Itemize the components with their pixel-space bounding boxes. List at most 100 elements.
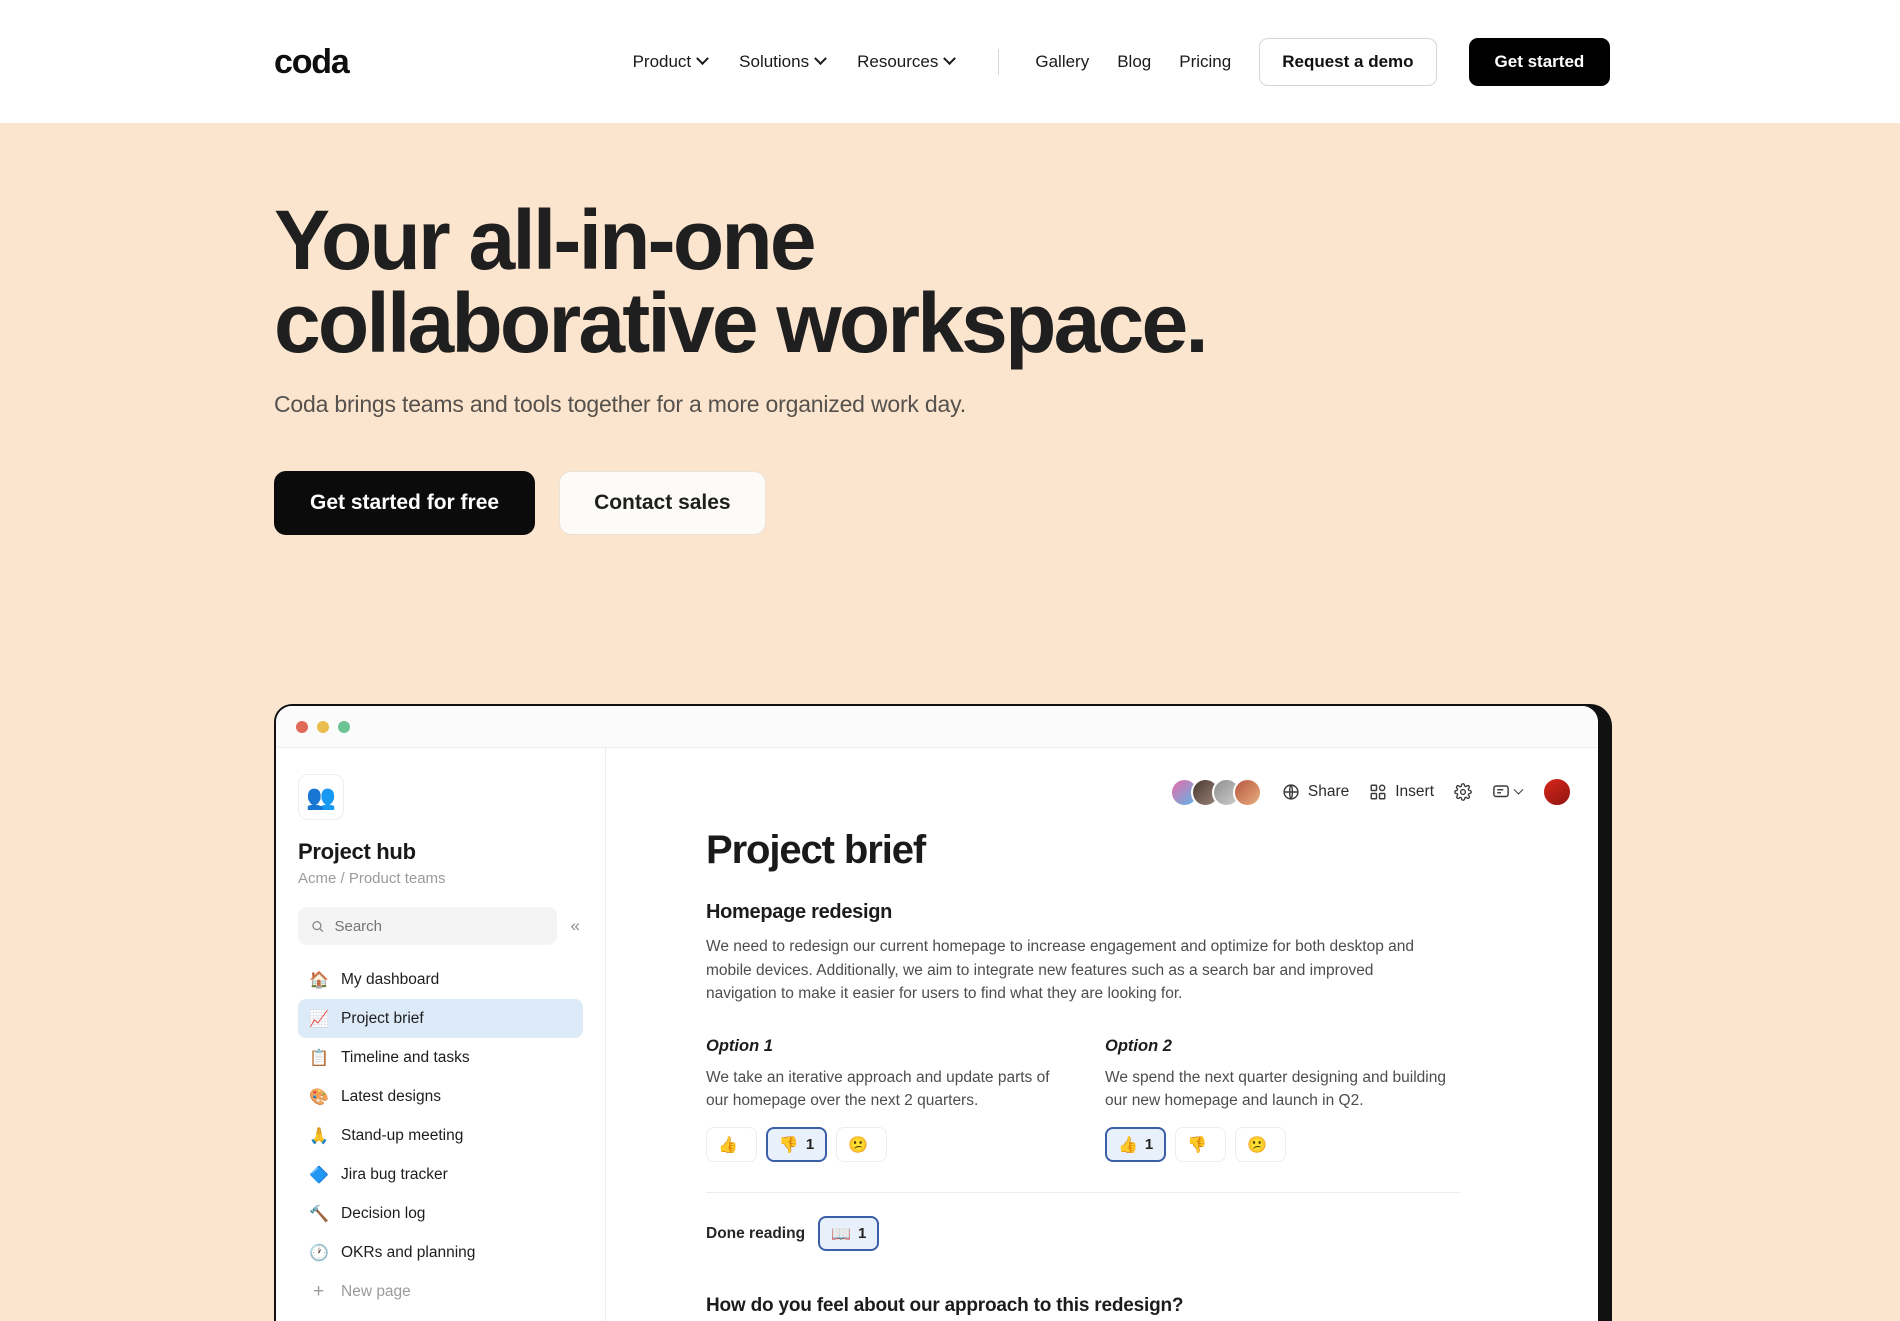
option-1-reactions: 👍 👎 1 😕 <box>706 1127 1061 1163</box>
chart-icon: 📈 <box>309 1010 329 1028</box>
app-body: 👥 Project hub Acme / Product teams « 🏠 <box>276 748 1598 1321</box>
nav-item-product[interactable]: Product <box>632 51 710 72</box>
option-2-column: Option 2 We spend the next quarter desig… <box>1105 1037 1460 1163</box>
sidebar-item-decision-log[interactable]: 🔨 Decision log <box>298 1194 583 1233</box>
avatar[interactable] <box>1232 777 1262 807</box>
reaction-count: 1 <box>857 1225 867 1243</box>
sidebar-item-stand-up-meeting[interactable]: 🙏 Stand-up meeting <box>298 1116 583 1155</box>
sidebar-item-jira-bug-tracker[interactable]: 🔷 Jira bug tracker <box>298 1155 583 1194</box>
sidebar-search-row: « <box>298 907 583 945</box>
sidebar-item-latest-designs[interactable]: 🎨 Latest designs <box>298 1077 583 1116</box>
sidebar-item-label: Timeline and tasks <box>341 1048 470 1066</box>
workspace-icon: 👥 <box>298 774 344 820</box>
collaborator-avatars <box>1169 777 1262 807</box>
clock-icon: 🕐 <box>309 1244 329 1262</box>
content-divider <box>706 1192 1461 1194</box>
coda-logo[interactable]: coda <box>274 45 350 79</box>
reaction-confused[interactable]: 😕 <box>836 1127 888 1163</box>
sidebar-item-project-brief[interactable]: 📈 Project brief <box>298 999 583 1038</box>
nav-item-solutions[interactable]: Solutions <box>739 51 827 72</box>
figma-icon: 🎨 <box>309 1088 329 1106</box>
reaction-thumbs-up[interactable]: 👍 1 <box>1105 1127 1167 1163</box>
sidebar-item-label: Stand-up meeting <box>341 1126 464 1144</box>
open-book-icon: 📖 <box>831 1225 851 1243</box>
window-titlebar <box>276 706 1598 748</box>
house-icon: 🏠 <box>309 971 329 989</box>
plus-icon: + <box>312 1280 325 1302</box>
option-2-reactions: 👍 1 👎 😕 <box>1105 1127 1460 1163</box>
reflection-question: How do you feel about our approach to th… <box>706 1295 1184 1317</box>
workspace-title: Project hub <box>298 839 416 864</box>
sidebar-item-timeline-and-tasks[interactable]: 📋 Timeline and tasks <box>298 1038 583 1077</box>
insert-button[interactable]: Insert <box>1369 783 1434 801</box>
request-demo-button[interactable]: Request a demo <box>1259 37 1437 86</box>
reaction-thumbs-up[interactable]: 👍 <box>706 1127 757 1163</box>
nav-item-blog[interactable]: Blog <box>1117 52 1151 72</box>
gear-icon[interactable] <box>1454 783 1472 801</box>
reaction-confused[interactable]: 😕 <box>1235 1127 1287 1163</box>
app-window-mockup: 👥 Project hub Acme / Product teams « 🏠 <box>274 704 1600 1321</box>
option-1-column: Option 1 We take an iterative approach a… <box>706 1037 1061 1163</box>
sidebar-item-okrs-and-planning[interactable]: 🕐 OKRs and planning <box>298 1233 583 1272</box>
nav-item-product-label: Product <box>632 51 692 71</box>
nav-item-resources-label: Resources <box>857 51 939 71</box>
option-1-text: We take an iterative approach and update… <box>706 1068 1050 1109</box>
thumbs-up-icon: 👍 <box>1118 1136 1138 1154</box>
section-heading: Homepage redesign <box>706 901 893 923</box>
sidebar-item-label: OKRs and planning <box>341 1243 476 1261</box>
reaction-thumbs-down[interactable]: 👎 1 <box>765 1127 828 1163</box>
nav-item-resources[interactable]: Resources <box>857 51 957 72</box>
nav-item-pricing[interactable]: Pricing <box>1179 52 1231 72</box>
option-1-title: Option 1 <box>706 1036 773 1055</box>
sidebar-new-page-button[interactable]: + New page <box>298 1272 583 1311</box>
nav-divider <box>998 48 1000 75</box>
contact-sales-button[interactable]: Contact sales <box>559 471 766 536</box>
reaction-count: 1 <box>1144 1136 1154 1154</box>
option-2-text: We spend the next quarter designing and … <box>1105 1068 1446 1109</box>
sidebar-item-my-dashboard[interactable]: 🏠 My dashboard <box>298 960 583 999</box>
window-maximize-dot[interactable] <box>338 720 350 733</box>
chevron-down-icon <box>814 52 827 66</box>
done-reading-reaction[interactable]: 📖 1 <box>818 1216 880 1252</box>
sidebar-item-label: My dashboard <box>341 970 440 988</box>
globe-icon <box>1283 784 1299 800</box>
nav-primary-links: Product Solutions Resources <box>632 48 1012 75</box>
sidebar-new-page-label: New page <box>341 1282 411 1300</box>
get-started-button[interactable]: Get started <box>1468 37 1611 86</box>
hammer-icon: 🔨 <box>309 1205 329 1223</box>
hero-cta-group: Get started for free Contact sales <box>274 471 1900 536</box>
done-reading-row: Done reading 📖 1 <box>706 1216 1488 1252</box>
praying-hands-icon: 🙏 <box>309 1127 329 1145</box>
insert-grid-icon <box>1370 784 1386 800</box>
comments-menu[interactable] <box>1492 783 1524 801</box>
search-box[interactable] <box>298 907 557 945</box>
collapse-sidebar-icon[interactable]: « <box>568 914 583 938</box>
done-reading-label: Done reading <box>706 1224 806 1242</box>
hero-headline-line1: Your all-in-one <box>274 193 817 287</box>
nav-item-gallery[interactable]: Gallery <box>1035 52 1089 72</box>
section-body: We need to redesign our current homepage… <box>706 938 1415 1003</box>
share-button[interactable]: Share <box>1282 783 1349 801</box>
workspace-breadcrumb: Acme / Product teams <box>298 870 446 887</box>
window-close-dot[interactable] <box>296 720 308 733</box>
options-row: Option 1 We take an iterative approach a… <box>706 1037 1488 1163</box>
jira-icon: 🔷 <box>309 1166 329 1184</box>
window-minimize-dot[interactable] <box>317 720 329 733</box>
comment-icon <box>1493 785 1509 798</box>
hero-headline: Your all-in-one collaborative workspace. <box>274 198 1274 365</box>
get-started-for-free-button[interactable]: Get started for free <box>274 471 536 536</box>
clipboard-icon: 📋 <box>309 1049 329 1067</box>
reaction-thumbs-down[interactable]: 👎 <box>1175 1127 1227 1163</box>
document-title: Project brief <box>706 828 926 872</box>
top-navigation: coda Product Solutions Resources Gallery… <box>0 0 1900 123</box>
confused-face-icon: 😕 <box>848 1136 869 1154</box>
confused-face-icon: 😕 <box>1247 1136 1268 1154</box>
sidebar-item-label: Jira bug tracker <box>341 1165 448 1183</box>
reaction-count: 1 <box>805 1136 815 1154</box>
document-content: Project brief Homepage redesign We need … <box>606 814 1598 1321</box>
nav-item-solutions-label: Solutions <box>739 51 810 71</box>
search-input[interactable] <box>334 917 544 935</box>
current-user-avatar[interactable] <box>1542 777 1572 807</box>
chevron-down-icon <box>943 52 957 66</box>
insert-label: Insert <box>1395 783 1434 800</box>
